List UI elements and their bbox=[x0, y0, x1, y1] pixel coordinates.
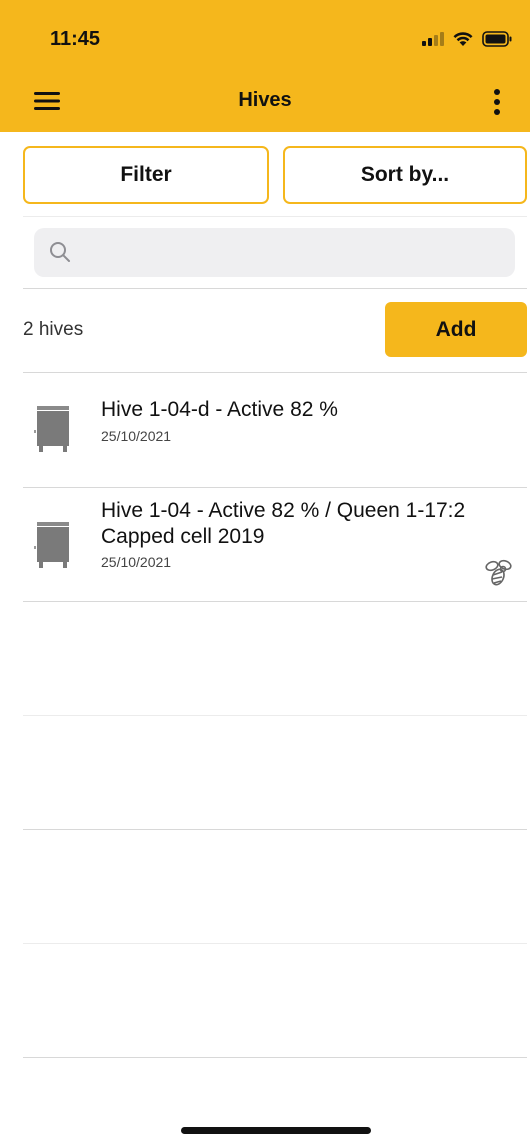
divider bbox=[23, 216, 527, 217]
wifi-icon bbox=[453, 32, 473, 46]
filter-button[interactable]: Filter bbox=[23, 146, 269, 204]
hives-screen: 11:45 Hives Filter Sort by... 2 hives Ad… bbox=[0, 0, 530, 1148]
list-item[interactable]: Hive 1-04 - Active 82 % / Queen 1-17:2 C… bbox=[0, 488, 530, 601]
hive-date: 25/10/2021 bbox=[101, 554, 172, 570]
divider bbox=[23, 715, 527, 716]
list-item[interactable]: Hive 1-04-d - Active 82 % 25/10/2021 bbox=[0, 373, 530, 487]
hive-count: 2 hives bbox=[23, 319, 84, 340]
toolbar: Hives bbox=[0, 70, 530, 132]
hive-title: Hive 1-04 - Active 82 % / Queen 1-17:2 C… bbox=[101, 499, 466, 548]
add-hive-button[interactable]: Add bbox=[385, 302, 527, 357]
divider bbox=[23, 601, 527, 602]
divider bbox=[23, 288, 527, 289]
vertical-ellipsis-icon bbox=[494, 89, 500, 115]
page-title: Hives bbox=[238, 89, 292, 111]
status-time: 11:45 bbox=[50, 28, 101, 50]
battery-icon bbox=[482, 31, 512, 47]
hive-date: 25/10/2021 bbox=[101, 428, 172, 444]
cellular-signal-icon bbox=[422, 32, 444, 46]
status-icons bbox=[422, 28, 512, 50]
beehive-icon bbox=[34, 522, 69, 568]
search-box[interactable] bbox=[34, 228, 515, 277]
home-indicator bbox=[181, 1127, 371, 1134]
sort-button[interactable]: Sort by... bbox=[283, 146, 527, 204]
app-header: 11:45 Hives bbox=[0, 0, 530, 132]
queen-bee-icon bbox=[485, 559, 512, 586]
search-input[interactable] bbox=[80, 228, 505, 277]
status-bar: 11:45 bbox=[0, 0, 530, 70]
hive-title: Hive 1-04-d - Active 82 % bbox=[101, 398, 338, 421]
search-icon bbox=[50, 242, 70, 262]
more-options-button[interactable] bbox=[482, 86, 512, 118]
divider bbox=[23, 1057, 527, 1058]
divider bbox=[23, 829, 527, 830]
beehive-icon bbox=[34, 406, 69, 452]
divider bbox=[23, 943, 527, 944]
